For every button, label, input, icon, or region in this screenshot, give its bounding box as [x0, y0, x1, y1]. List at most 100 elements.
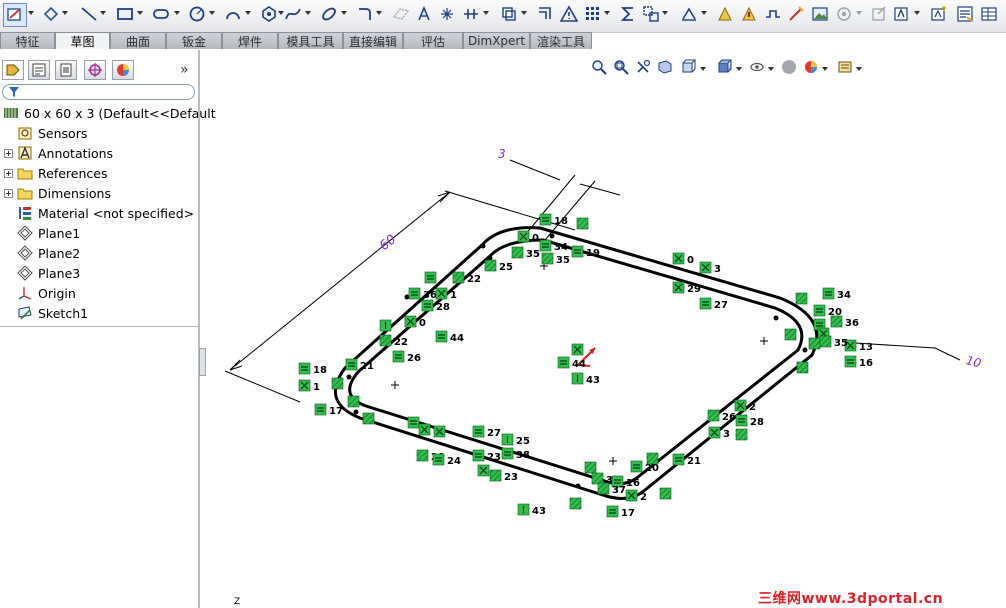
fillet-icon[interactable] — [356, 5, 374, 23]
feature-tree-tab-icon[interactable] — [2, 60, 24, 80]
relation-badge[interactable]: 28 — [735, 414, 764, 428]
rapid-dropdown-icon[interactable] — [856, 8, 862, 18]
relation-badge[interactable]: 25 — [501, 433, 530, 447]
relation-badge[interactable] — [735, 428, 748, 441]
tree-item-material[interactable]: Material <not specified> — [16, 204, 194, 222]
relation-badge[interactable]: 24 — [432, 453, 461, 467]
spline-icon[interactable] — [284, 5, 302, 23]
graphics-area[interactable]: 60 3 10 18035341935 032927222536 128044222… — [200, 50, 1006, 608]
slot-dropdown-icon[interactable] — [174, 8, 180, 18]
relation-badge[interactable] — [424, 271, 437, 284]
relation-badge[interactable] — [379, 319, 392, 332]
relation-badge[interactable]: 34 — [822, 287, 851, 301]
sketch-text-icon[interactable] — [893, 5, 911, 23]
relation-badge[interactable]: 3 — [699, 261, 721, 275]
rapid-sketch-icon[interactable] — [835, 5, 853, 23]
scripts-icon[interactable] — [956, 5, 974, 23]
relation-badge[interactable]: 35 — [511, 246, 540, 260]
relation-badge[interactable]: 38 — [501, 447, 530, 461]
relation-badge[interactable] — [569, 497, 582, 510]
pattern-icon[interactable] — [584, 5, 602, 23]
table-icon[interactable] — [980, 5, 998, 23]
tab-sheet-metal[interactable]: 钣金 — [166, 32, 222, 49]
tree-item-dimensions[interactable]: Dimensions — [16, 184, 111, 202]
relation-badge[interactable] — [796, 361, 809, 374]
spline-dropdown-icon[interactable] — [305, 8, 311, 18]
point-icon[interactable] — [438, 5, 456, 23]
tab-direct-editing[interactable]: 直接编辑 — [343, 32, 403, 49]
relation-badge[interactable] — [407, 416, 420, 429]
relation-badge[interactable] — [477, 464, 490, 477]
circle-icon[interactable] — [188, 5, 206, 23]
warning-icon[interactable] — [560, 5, 578, 23]
plane-sketch-icon[interactable] — [392, 5, 410, 23]
text-icon[interactable] — [415, 5, 433, 23]
relation-badge[interactable]: 22 — [379, 334, 408, 348]
relation-badge[interactable]: 21 — [672, 453, 701, 467]
relation-badge[interactable]: 16 — [844, 355, 873, 369]
configuration-manager-tab-icon[interactable] — [55, 60, 77, 80]
sketch-text-dropdown-icon[interactable] — [914, 8, 920, 18]
relation-badge[interactable]: 43 — [517, 503, 546, 517]
ellipse-icon[interactable] — [320, 5, 338, 23]
pattern-dropdown-icon[interactable] — [604, 8, 610, 18]
trim-icon[interactable] — [462, 5, 480, 23]
relation-badge[interactable] — [795, 292, 808, 305]
expand-panel-icon[interactable]: » — [180, 62, 189, 78]
relation-badge[interactable]: 27 — [472, 425, 501, 439]
relation-badge[interactable]: 3 — [708, 426, 730, 440]
sketch-picture-icon[interactable] — [811, 5, 829, 23]
relation-badge[interactable]: 44 — [557, 356, 586, 370]
rectangle-dropdown-icon[interactable] — [137, 8, 143, 18]
tree-item-sketch1[interactable]: Sketch1 — [16, 304, 88, 322]
relation-badge[interactable]: 0 — [404, 315, 426, 329]
relation-badge[interactable]: 36 — [830, 315, 859, 329]
relation-badge[interactable]: 0 — [672, 252, 694, 266]
relation-badge[interactable] — [646, 452, 659, 465]
relation-badge[interactable] — [347, 395, 360, 408]
arc-icon[interactable] — [224, 5, 242, 23]
convert-dropdown-icon[interactable] — [521, 8, 527, 18]
smart-dimension-icon[interactable] — [42, 5, 60, 23]
sigma-icon[interactable] — [619, 5, 637, 23]
relation-badge[interactable]: 13 — [844, 339, 873, 353]
expand-references-icon[interactable] — [4, 169, 13, 178]
relation-badge[interactable]: 36 — [408, 287, 437, 301]
relation-badge[interactable] — [331, 377, 344, 390]
relation-badge[interactable]: 29 — [672, 281, 701, 295]
tab-dimxpert[interactable]: DimXpert — [463, 32, 530, 49]
rectangle-icon[interactable] — [116, 5, 134, 23]
dimension-10-label[interactable]: 10 — [964, 353, 983, 371]
feature-tree-root[interactable]: 60 x 60 x 3 (Default<<Default — [2, 104, 216, 122]
relation-badge[interactable]: 43 — [571, 372, 600, 386]
tree-item-plane2[interactable]: Plane2 — [16, 244, 80, 262]
relation-badge[interactable]: 17 — [606, 505, 635, 519]
relation-badge[interactable]: 37 — [597, 482, 626, 496]
move-entities-icon[interactable] — [642, 5, 660, 23]
slot-icon[interactable] — [152, 5, 170, 23]
tab-sketch[interactable]: 草图 — [55, 32, 110, 49]
check-sketch-icon[interactable] — [870, 5, 888, 23]
line-dropdown-icon[interactable] — [100, 8, 106, 18]
repair-sketch-icon[interactable] — [716, 5, 734, 23]
relation-badge[interactable]: 28 — [421, 299, 450, 313]
relation-badge[interactable] — [571, 343, 584, 356]
display-manager-tab-icon[interactable] — [112, 60, 134, 80]
relation-badge[interactable]: 27 — [699, 297, 728, 311]
display-relations-icon[interactable] — [680, 5, 698, 23]
relation-badge[interactable]: 18 — [539, 213, 568, 227]
quick-snaps-icon[interactable] — [740, 5, 758, 23]
relation-badge[interactable] — [784, 328, 797, 341]
relation-badge[interactable]: 22 — [452, 271, 481, 285]
relation-badge[interactable]: 23 — [472, 449, 501, 463]
polygon-icon[interactable] — [260, 5, 278, 23]
tree-item-plane1[interactable]: Plane1 — [16, 224, 80, 242]
relation-badge[interactable] — [362, 412, 375, 425]
dimxpert-manager-tab-icon[interactable] — [84, 60, 106, 80]
tree-item-plane3[interactable]: Plane3 — [16, 264, 80, 282]
relation-badge[interactable]: 26 — [392, 350, 421, 364]
relation-badge[interactable]: 34 — [539, 239, 568, 253]
relation-badge[interactable]: 1 — [298, 379, 320, 393]
relation-badge[interactable]: 0 — [517, 230, 539, 244]
trim-dropdown-icon[interactable] — [483, 8, 489, 18]
